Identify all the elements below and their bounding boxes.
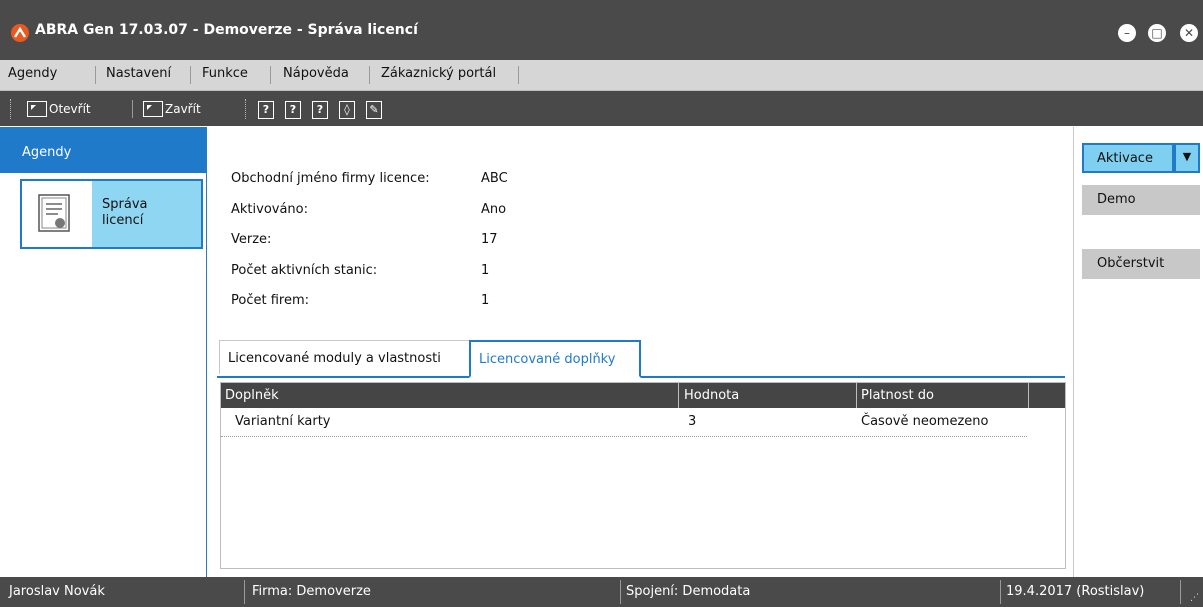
chevron-down-icon: ▼ — [1182, 150, 1192, 163]
refresh-label: Občerstvit — [1097, 256, 1165, 271]
abra-logo-icon — [11, 24, 29, 42]
close-record-icon — [143, 101, 163, 117]
status-company: Firma: Demoverze — [252, 584, 371, 599]
menu-funkce[interactable]: Funkce — [202, 66, 248, 81]
info-value-version: 17 — [481, 232, 498, 247]
agenda-panel: Agendy Správa licencí — [0, 127, 207, 577]
activate-label: Aktivace — [1097, 151, 1153, 166]
close-button[interactable]: Zavřít — [143, 99, 201, 119]
help-edit-icon[interactable]: ✎ — [366, 101, 382, 119]
cell-addon: Variantní karty — [235, 414, 331, 429]
menu-nastaveni[interactable]: Nastavení — [106, 66, 171, 81]
agenda-panel-title: Agendy — [22, 145, 72, 160]
status-separator — [1180, 580, 1181, 604]
demo-label: Demo — [1097, 192, 1136, 207]
close-icon: ✕ — [1183, 26, 1195, 40]
status-separator — [244, 580, 245, 604]
column-separator[interactable] — [678, 383, 679, 408]
maximize-icon: □ — [1151, 26, 1163, 40]
table-row[interactable]: Variantní karty 3 Časově neomezeno — [221, 408, 1027, 437]
column-header-value[interactable]: Hodnota — [684, 388, 739, 403]
status-separator — [1000, 580, 1001, 604]
minimize-icon: – — [1124, 26, 1130, 40]
info-label-companies: Počet firem: — [231, 293, 309, 308]
cell-value: 3 — [688, 414, 697, 429]
menu-separator — [95, 66, 96, 84]
info-value-stations: 1 — [481, 263, 490, 278]
addons-grid: Doplněk Hodnota Platnost do Variantní ka… — [220, 382, 1066, 569]
info-label-company: Obchodní jméno firmy licence: — [231, 171, 430, 186]
tile-icon-box — [22, 181, 92, 247]
info-value-company: ABC — [481, 171, 508, 186]
info-label-activated: Aktivováno: — [231, 202, 309, 217]
toolbar-grip[interactable] — [245, 99, 246, 119]
menu-zakaznicky-portal[interactable]: Zákaznický portál — [381, 66, 496, 81]
tab-strip: Licencované moduly a vlastnosti Licencov… — [217, 340, 1065, 378]
demo-button[interactable]: Demo — [1082, 185, 1200, 215]
info-value-companies: 1 — [481, 293, 490, 308]
open-label: Otevřít — [49, 102, 91, 116]
status-bar: Jaroslav Novák Firma: Demoverze Spojení:… — [0, 577, 1203, 607]
status-connection: Spojení: Demodata — [626, 584, 751, 599]
status-separator — [620, 580, 621, 604]
open-record-icon — [27, 101, 47, 117]
toolbar-separator — [132, 100, 133, 118]
refresh-button[interactable]: Občerstvit — [1082, 249, 1200, 279]
column-separator[interactable] — [856, 383, 857, 408]
maximize-button[interactable]: □ — [1148, 24, 1166, 42]
title-bar: ABRA Gen 17.03.07 - Demoverze - Správa l… — [0, 0, 1203, 60]
info-label-version: Verze: — [231, 232, 272, 247]
column-separator[interactable] — [1028, 383, 1029, 408]
menu-agendy[interactable]: Agendy — [8, 66, 57, 81]
tab-licensed-modules[interactable]: Licencované moduly a vlastnosti — [219, 340, 471, 374]
toolbar: Otevřít Zavřít ? ? ? ◊ ✎ — [0, 91, 1203, 126]
menu-separator — [190, 66, 191, 84]
menu-separator — [270, 66, 271, 84]
resize-grip-icon[interactable]: ⋰ — [1190, 593, 1199, 603]
tile-label: Správa licencí — [102, 197, 148, 228]
menu-separator — [518, 66, 519, 84]
activate-button[interactable]: Aktivace — [1082, 143, 1174, 173]
help-index-icon[interactable]: ◊ — [339, 101, 355, 119]
activate-dropdown-button[interactable]: ▼ — [1174, 143, 1200, 173]
menu-separator — [369, 66, 370, 84]
minimize-button[interactable]: – — [1118, 24, 1136, 42]
grid-header: Doplněk Hodnota Platnost do — [221, 383, 1065, 408]
status-user: Jaroslav Novák — [9, 584, 105, 599]
info-label-stations: Počet aktivních stanic: — [231, 263, 378, 278]
agenda-tile-sprava-licenci[interactable]: Správa licencí — [20, 179, 203, 249]
open-button[interactable]: Otevřít — [27, 99, 91, 119]
agenda-panel-header[interactable]: Agendy — [0, 127, 206, 173]
info-value-activated: Ano — [481, 202, 507, 217]
window-title: ABRA Gen 17.03.07 - Demoverze - Správa l… — [35, 22, 418, 38]
main-content: Obchodní jméno firmy licence: ABC Aktivo… — [207, 127, 1073, 577]
close-window-button[interactable]: ✕ — [1180, 24, 1198, 42]
action-panel: Aktivace ▼ Demo Občerstvit — [1073, 127, 1203, 577]
license-certificate-icon — [38, 194, 70, 232]
column-header-valid-until[interactable]: Platnost do — [861, 388, 934, 403]
toolbar-grip[interactable] — [10, 99, 11, 119]
help-context-icon[interactable]: ? — [285, 101, 301, 119]
help-topics-icon[interactable]: ? — [312, 101, 328, 119]
help-icon[interactable]: ? — [258, 101, 274, 119]
menu-bar: Agendy Nastavení Funkce Nápověda Zákazni… — [0, 60, 1203, 91]
tab-licensed-addons[interactable]: Licencované doplňky — [469, 340, 641, 378]
column-header-addon[interactable]: Doplněk — [225, 388, 279, 403]
close-label: Zavřít — [165, 102, 201, 116]
status-date: 19.4.2017 (Rostislav) — [1006, 584, 1145, 599]
menu-napoveda[interactable]: Nápověda — [283, 66, 349, 81]
cell-valid-until: Časově neomezeno — [861, 414, 989, 429]
